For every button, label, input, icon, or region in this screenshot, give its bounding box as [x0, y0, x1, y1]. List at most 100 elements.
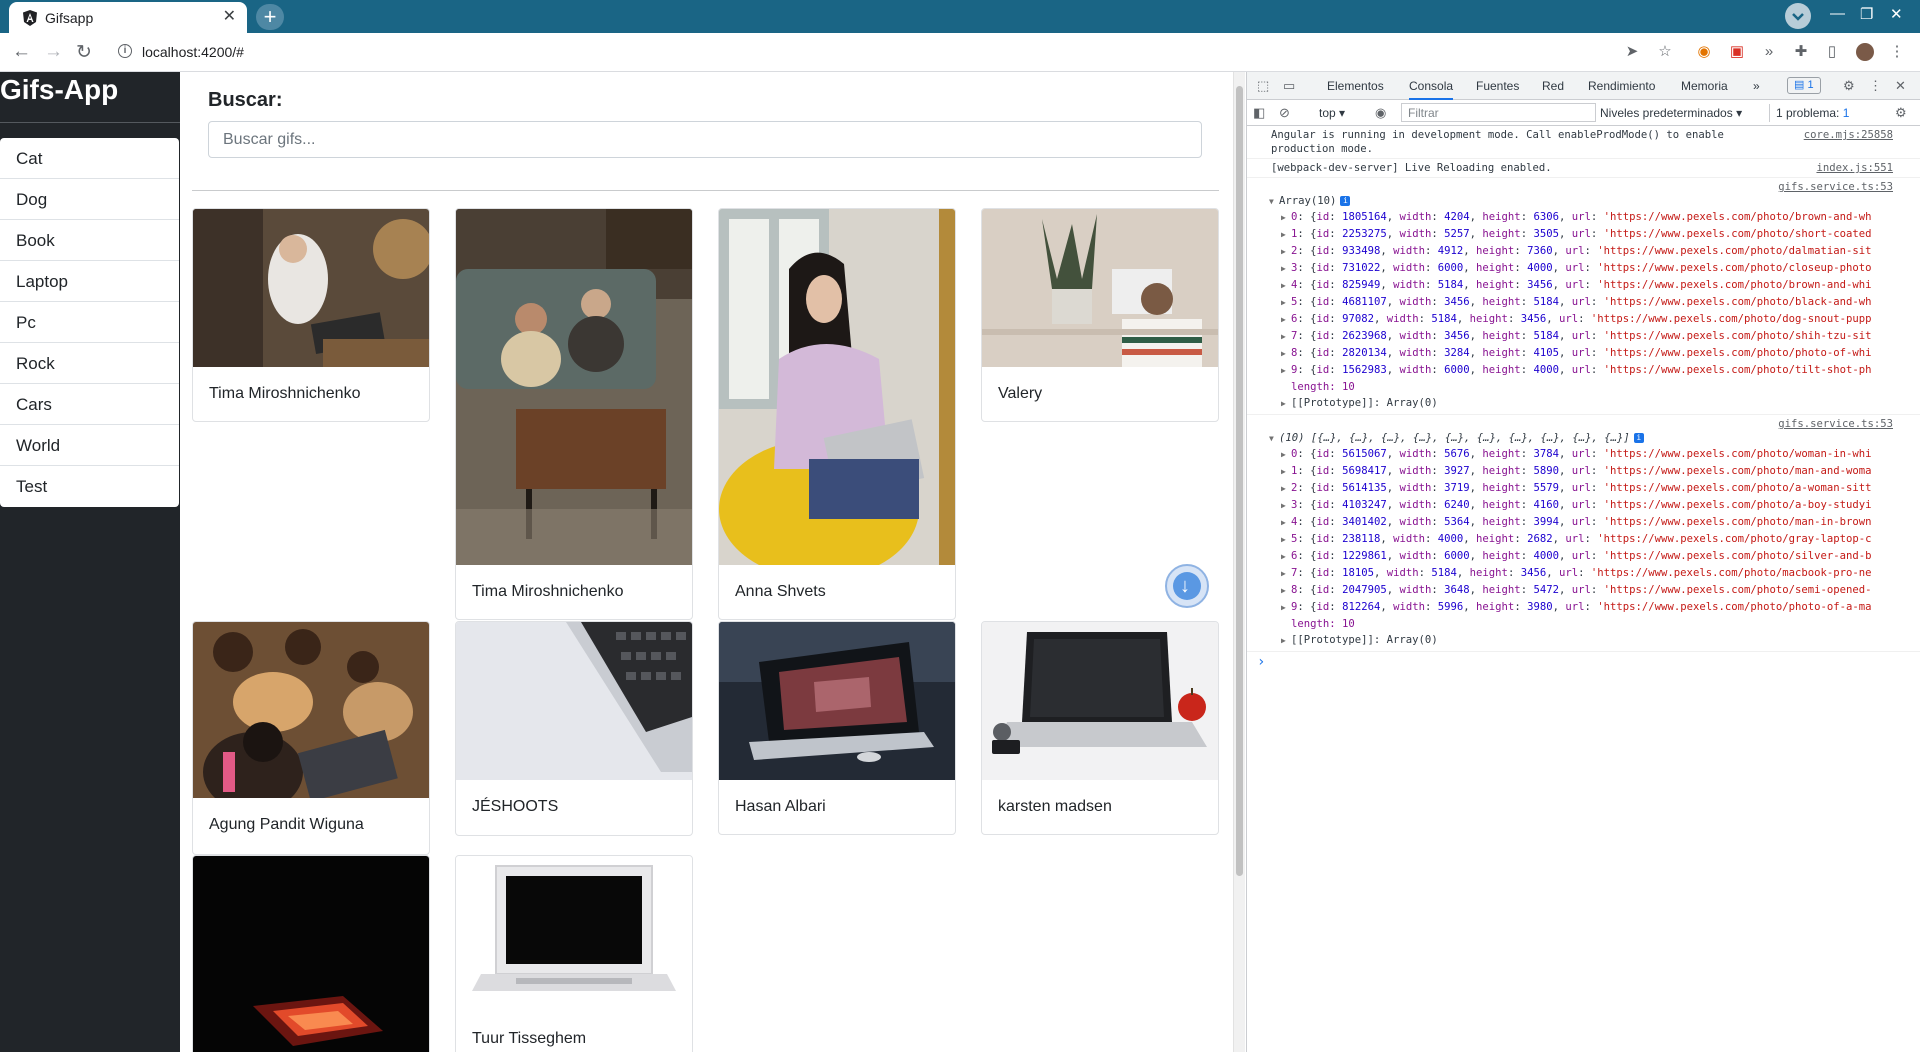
array-item-row[interactable]: ▶ 3: {id: 4103247, width: 6240, height: 4… — [1247, 497, 1920, 514]
tab-network[interactable]: Red — [1542, 79, 1564, 93]
array-item-row[interactable]: ▶ 6: {id: 1229861, width: 6000, height: 4… — [1247, 548, 1920, 565]
eye-icon[interactable]: ◉ — [1375, 105, 1386, 121]
forward-extension-icon[interactable]: » — [1760, 43, 1778, 61]
context-select[interactable]: top ▾ — [1319, 106, 1345, 120]
array-item-row[interactable]: ▶ 0: {id: 1805164, width: 4204, height: 6… — [1247, 209, 1920, 226]
punct: : — [1425, 533, 1438, 545]
array-header[interactable]: ▼ (10) [{…}, {…}, {…}, {…}, {…}, {…}, {…}… — [1247, 431, 1920, 446]
gif-card[interactable]: karsten madsen — [981, 621, 1219, 835]
array-item-row[interactable]: ▶ 7: {id: 18105, width: 5184, height: 345… — [1247, 565, 1920, 582]
bookmark-star-icon[interactable]: ☆ — [1656, 43, 1674, 61]
array-item-row[interactable]: ▶ 3: {id: 731022, width: 6000, height: 40… — [1247, 260, 1920, 277]
array-item-row[interactable]: ▶ 2: {id: 933498, width: 4912, height: 73… — [1247, 243, 1920, 260]
history-item[interactable]: Laptop — [0, 261, 179, 302]
side-panel-icon[interactable]: ▯ — [1823, 43, 1841, 61]
gif-card[interactable]: Tuur Tisseghem — [455, 855, 693, 1052]
console-filter-input[interactable] — [1401, 103, 1596, 122]
collapsed-triangle-icon: ▶ — [1281, 467, 1286, 476]
devtools-menu-icon[interactable]: ⋮ — [1869, 78, 1882, 94]
history-item[interactable]: Test — [0, 466, 179, 507]
video-extension-icon[interactable]: ▣ — [1728, 43, 1746, 61]
tab-sources[interactable]: Fuentes — [1476, 79, 1519, 93]
array-item-row[interactable]: ▶ 5: {id: 238118, width: 4000, height: 26… — [1247, 531, 1920, 548]
back-icon[interactable]: ← — [12, 41, 31, 63]
array-item-row[interactable]: ▶ 8: {id: 2820134, width: 3284, height: 4… — [1247, 345, 1920, 362]
gif-card[interactable] — [192, 855, 430, 1052]
array-prototype[interactable]: ▶ [[Prototype]]: Array(0) — [1247, 395, 1920, 412]
tab-memory[interactable]: Memoria — [1681, 79, 1728, 93]
array-item-row[interactable]: ▶ 9: {id: 1562983, width: 6000, height: 4… — [1247, 362, 1920, 379]
tab-elements[interactable]: Elementos — [1327, 79, 1384, 93]
array-prototype[interactable]: ▶ [[Prototype]]: Array(0) — [1247, 632, 1920, 649]
message-source-link[interactable]: gifs.service.ts:53 — [1778, 417, 1893, 431]
array-item-row[interactable]: ▶ 6: {id: 97082, width: 5184, height: 345… — [1247, 311, 1920, 328]
message-source-link[interactable]: index.js:551 — [1816, 161, 1893, 175]
device-toolbar-icon[interactable]: ▭ — [1283, 78, 1295, 94]
problems-button[interactable]: 1 problema: 1 — [1769, 104, 1855, 122]
array-item-row[interactable]: ▶ 4: {id: 3401402, width: 5364, height: 3… — [1247, 514, 1920, 531]
tab-search-icon[interactable] — [1785, 3, 1811, 29]
page-scrollbar[interactable] — [1233, 72, 1245, 1052]
menu-kebab-icon[interactable]: ⋮ — [1888, 43, 1906, 61]
history-item[interactable]: Cars — [0, 384, 179, 425]
page-scroll-thumb[interactable] — [1236, 86, 1243, 876]
search-label: Buscar: — [208, 89, 283, 111]
message-source-link[interactable]: gifs.service.ts:53 — [1778, 180, 1893, 194]
key: id — [1316, 245, 1330, 257]
array-item-row[interactable]: ▶ 4: {id: 825949, width: 5184, height: 34… — [1247, 277, 1920, 294]
close-devtools-icon[interactable]: ✕ — [1895, 78, 1906, 94]
reload-icon[interactable]: ↻ — [76, 41, 92, 64]
site-info-icon[interactable]: i — [118, 44, 132, 58]
send-icon[interactable]: ➤ — [1623, 43, 1641, 61]
forward-icon[interactable]: → — [44, 41, 63, 63]
minimize-icon[interactable]: — — [1830, 5, 1845, 22]
close-window-icon[interactable]: ✕ — [1890, 5, 1903, 23]
key: height — [1482, 330, 1521, 342]
console-settings-icon[interactable]: ⚙ — [1895, 105, 1907, 121]
extension-icon[interactable]: ◉ — [1695, 43, 1713, 61]
history-item[interactable]: Pc — [0, 302, 179, 343]
array-item-row[interactable]: ▶ 0: {id: 5615067, width: 5676, height: 3… — [1247, 446, 1920, 463]
array-item-row[interactable]: ▶ 7: {id: 2623968, width: 3456, height: 5… — [1247, 328, 1920, 345]
tab-console[interactable]: Consola — [1409, 79, 1454, 100]
array-item-row[interactable]: ▶ 9: {id: 812264, width: 5996, height: 39… — [1247, 599, 1920, 616]
address-bar[interactable]: i localhost:4200/# — [112, 38, 1692, 67]
tab-performance[interactable]: Rendimiento — [1588, 79, 1655, 93]
array-item-row[interactable]: ▶ 5: {id: 4681107, width: 3456, height: 5… — [1247, 294, 1920, 311]
gif-card[interactable]: Valery — [981, 208, 1219, 422]
restore-icon[interactable]: ❐ — [1860, 5, 1873, 23]
history-item[interactable]: Dog — [0, 179, 179, 220]
history-item[interactable]: Rock — [0, 343, 179, 384]
array-item-row[interactable]: ▶ 2: {id: 5614135, width: 3719, height: 5… — [1247, 480, 1920, 497]
array-header[interactable]: ▼ Array(10) i — [1247, 194, 1920, 209]
console-prompt[interactable]: › — [1247, 652, 1920, 672]
history-item[interactable]: Book — [0, 220, 179, 261]
history-item[interactable]: World — [0, 425, 179, 466]
gif-card[interactable]: Tima Miroshnichenko — [192, 208, 430, 422]
array-item-row[interactable]: ▶ 1: {id: 5698417, width: 3927, height: 5… — [1247, 463, 1920, 480]
more-tabs-icon[interactable]: » — [1753, 79, 1760, 93]
puzzle-icon[interactable]: ✚ — [1792, 43, 1810, 61]
angular-favicon-icon — [23, 10, 37, 26]
gif-card[interactable]: Agung Pandit Wiguna — [192, 621, 430, 855]
new-tab-button[interactable]: + — [256, 4, 284, 30]
gif-card[interactable]: Anna Shvets — [718, 208, 956, 620]
sidebar-toggle-icon[interactable]: ◧ — [1253, 105, 1265, 121]
avatar[interactable] — [1856, 43, 1874, 61]
browser-tab[interactable]: Gifsapp ✕ — [9, 2, 247, 33]
search-input[interactable] — [208, 121, 1202, 158]
array-item-row[interactable]: ▶ 8: {id: 2047905, width: 3648, height: 5… — [1247, 582, 1920, 599]
gear-icon[interactable]: ⚙ — [1843, 78, 1855, 94]
array-item-row[interactable]: ▶ 1: {id: 2253275, width: 5257, height: 3… — [1247, 226, 1920, 243]
inspect-element-icon[interactable]: ⬚ — [1257, 78, 1269, 94]
message-source-link[interactable]: core.mjs:25858 — [1804, 128, 1893, 142]
clear-console-icon[interactable]: ⊘ — [1279, 105, 1290, 121]
gif-card[interactable]: JÉSHOOTS — [455, 621, 693, 836]
scroll-down-button[interactable]: ↓ — [1165, 564, 1209, 608]
issues-badge[interactable]: ▤ 1 — [1787, 77, 1821, 94]
gif-card[interactable]: Hasan Albari — [718, 621, 956, 835]
history-item[interactable]: Cat — [0, 138, 179, 179]
close-tab-icon[interactable]: ✕ — [223, 8, 236, 26]
gif-card[interactable]: Tima Miroshnichenko — [455, 208, 693, 620]
log-levels-select[interactable]: Niveles predeterminados ▾ — [1600, 106, 1742, 120]
